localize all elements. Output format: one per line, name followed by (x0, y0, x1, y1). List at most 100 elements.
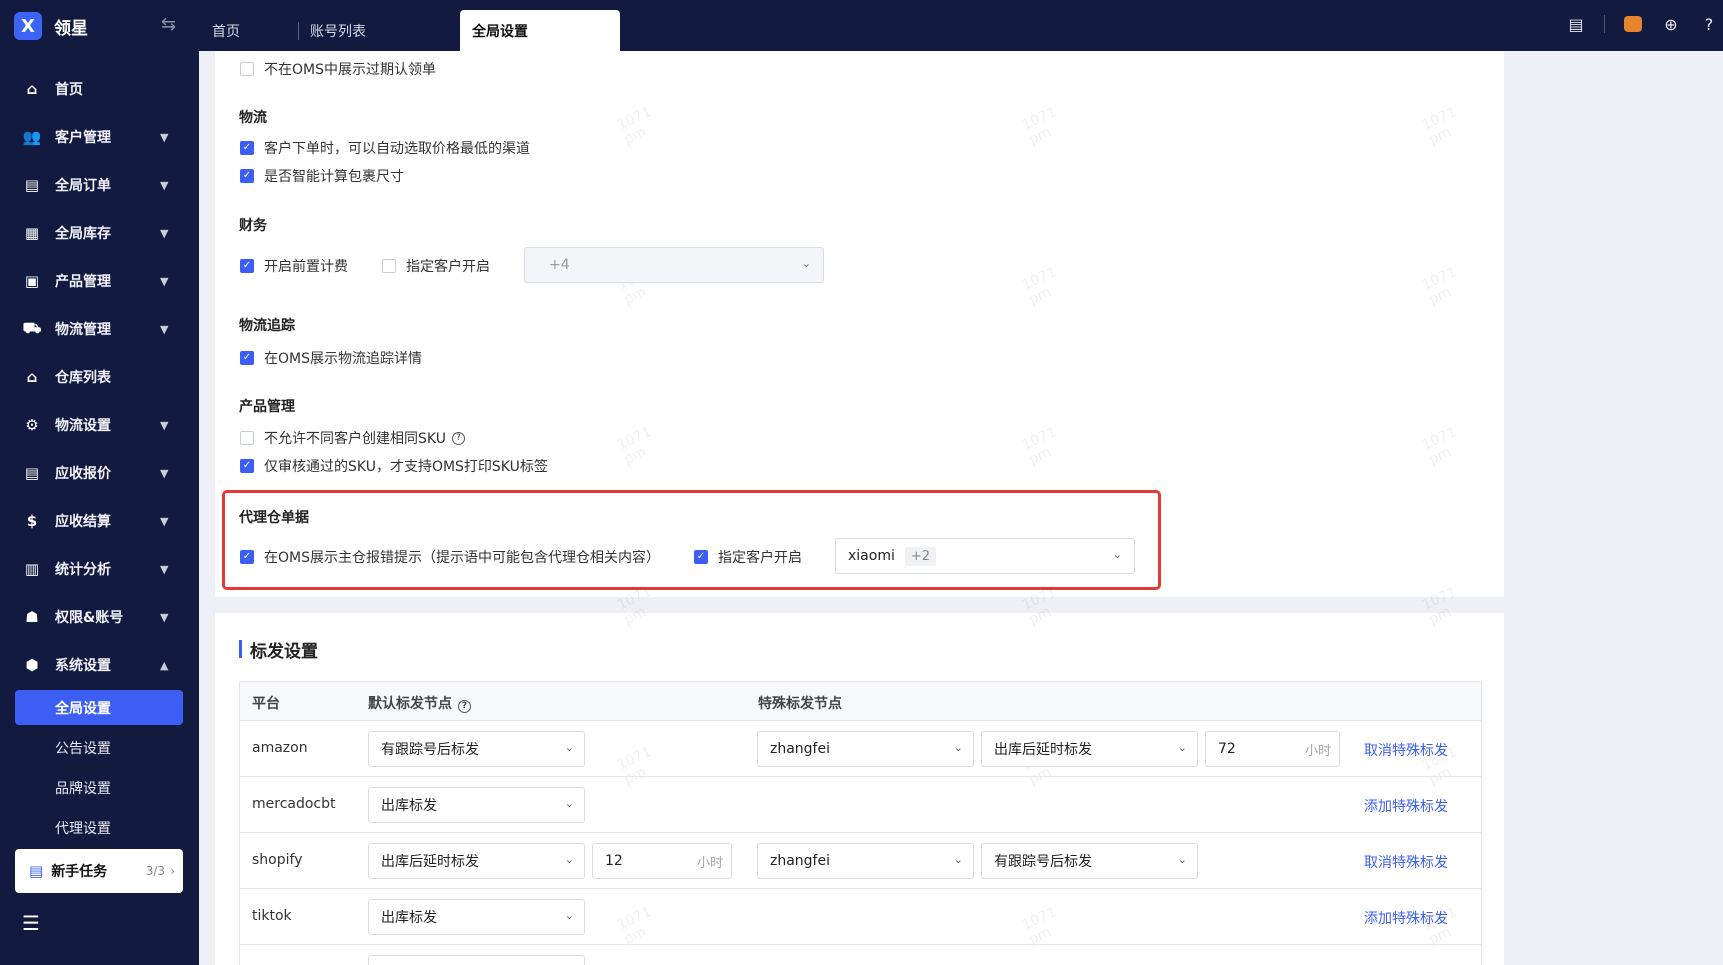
setting-unique-sku[interactable]: 不允许不同客户创建相同SKU ? (240, 428, 465, 448)
sidebar-item-products[interactable]: ▣ 产品管理 ▼ (0, 263, 199, 299)
default-node-select[interactable]: 出库标发 ⌄ (368, 899, 585, 935)
sidebar-subitem-announcement[interactable]: 公告设置 (15, 730, 183, 765)
setting-prepay-billing[interactable]: ✓ 开启前置计费 (240, 256, 348, 276)
default-node-select[interactable]: 出库标发 ⌄ (368, 787, 585, 823)
sidebar-item-label: 客户管理 (55, 130, 111, 146)
chevron-down-icon: ▼ (160, 514, 169, 528)
sidebar-item-settlement[interactable]: $ 应收结算 ▼ (0, 503, 199, 539)
sidebar-item-customers[interactable]: 👥 客户管理 ▼ (0, 119, 199, 155)
setting-smart-package-size[interactable]: ✓ 是否智能计算包裹尺寸 (240, 166, 404, 186)
setting-hide-expired-claims[interactable]: 不在OMS中展示过期认领单 (240, 59, 436, 79)
sidebar-subitem-brand[interactable]: 品牌设置 (15, 770, 183, 805)
setting-label: 在OMS展示物流追踪详情 (264, 351, 422, 367)
cancel-special-link[interactable]: 取消特殊标发 (1364, 740, 1448, 760)
chevron-down-icon: ⌄ (953, 741, 963, 754)
finance-customer-select[interactable]: +4 ⌄ (524, 247, 824, 283)
chevron-down-icon: ⌄ (1112, 548, 1122, 561)
setting-approved-sku-print[interactable]: ✓ 仅审核通过的SKU，才支持OMS打印SKU标签 (240, 456, 548, 476)
proxy-customer-select[interactable]: xiaomi +2 ⌄ (835, 538, 1135, 574)
setting-label: 不允许不同客户创建相同SKU (264, 431, 446, 447)
tab-home[interactable]: 首页 (200, 10, 298, 51)
sidebar-item-quotes[interactable]: ▤ 应收报价 ▼ (0, 455, 199, 491)
download-icon[interactable]: ⊕ (1661, 14, 1681, 34)
platform-name: tiktok (252, 908, 292, 924)
checkbox-checked[interactable]: ✓ (240, 459, 254, 473)
sidebar-item-label: 统计分析 (55, 562, 111, 578)
chevron-down-icon: ⌄ (564, 853, 574, 866)
setting-label: 在OMS展示主仓报错提示（提示语中可能包含代理仓相关内容） (264, 550, 660, 566)
sidebar-item-home[interactable]: ⌂ 首页 (0, 71, 199, 107)
sidebar-item-permissions[interactable]: ☗ 权限&账号 ▼ (0, 599, 199, 635)
sidebar-item-label: 系统设置 (55, 658, 111, 674)
warehouse-icon: ⌂ (26, 368, 38, 386)
logo-icon: X (14, 12, 42, 40)
sidebar-item-logistics[interactable]: ⛟ 物流管理 ▼ (0, 311, 199, 347)
checkbox-checked[interactable]: ✓ (240, 550, 254, 564)
inbox-icon[interactable]: ▤ (1566, 14, 1586, 34)
chevron-down-icon: ⌄ (564, 909, 574, 922)
select-value: zhangfei (770, 741, 830, 757)
special-user-select[interactable]: zhangfei ⌄ (757, 731, 974, 767)
sidebar-item-system-settings[interactable]: ⬢ 系统设置 ▲ (0, 647, 199, 683)
default-node-select[interactable] (368, 955, 585, 965)
sidebar-subitem-proxy[interactable]: 代理设置 (15, 810, 183, 845)
checkbox-checked[interactable]: ✓ (240, 351, 254, 365)
default-node-select[interactable]: 出库后延时标发 ⌄ (368, 843, 585, 879)
brand[interactable]: X 领星 (14, 12, 88, 40)
sidebar-item-inventory[interactable]: ▦ 全局库存 ▼ (0, 215, 199, 251)
platform-name: amazon (252, 740, 308, 756)
chevron-up-icon: ▲ (160, 658, 169, 672)
select-value: zhangfei (770, 853, 830, 869)
swap-arrows-icon[interactable]: ⇆ (161, 14, 176, 35)
checkbox-checked[interactable]: ✓ (694, 550, 708, 564)
checkbox-checked[interactable]: ✓ (240, 141, 254, 155)
select-value: xiaomi (848, 548, 895, 564)
chevron-down-icon: ▼ (160, 610, 169, 624)
cancel-special-link[interactable]: 取消特殊标发 (1364, 852, 1448, 872)
robot-icon[interactable] (1623, 14, 1643, 34)
checkbox-checked[interactable]: ✓ (240, 259, 254, 273)
quote-icon: ▤ (24, 464, 40, 482)
sidebar-item-label: 全局库存 (55, 226, 111, 242)
select-value: 出库后延时标发 (994, 742, 1092, 758)
add-special-link[interactable]: 添加特殊标发 (1364, 908, 1448, 928)
setting-label: 指定客户开启 (406, 259, 490, 275)
product-icon: ▣ (24, 272, 40, 290)
help-icon[interactable]: ? (451, 431, 465, 445)
sidebar-subitem-global-settings[interactable]: 全局设置 (15, 690, 183, 725)
add-special-link[interactable]: 添加特殊标发 (1364, 796, 1448, 816)
table-row: amazon 有跟踪号后标发 ⌄ zhangfei ⌄ 出库后延时标发 ⌄ 72… (240, 721, 1481, 777)
select-more-tag: +2 (904, 546, 937, 566)
checkbox[interactable] (382, 259, 396, 273)
setting-tracking-details[interactable]: ✓ 在OMS展示物流追踪详情 (240, 348, 422, 368)
default-hours-input[interactable]: 12 小时 (592, 843, 732, 879)
tab-accounts[interactable]: 账号列表 (298, 10, 460, 51)
sidebar-item-analytics[interactable]: ▥ 统计分析 ▼ (0, 551, 199, 587)
special-hours-input[interactable]: 72 小时 (1205, 731, 1340, 767)
setting-proxy-specific-customers[interactable]: ✓ 指定客户开启 (694, 547, 802, 567)
sidebar-item-warehouses[interactable]: ⌂ 仓库列表 (0, 359, 199, 395)
top-icons: ▤ ⊕ ? (1566, 14, 1723, 34)
newbie-task-card[interactable]: ▤ 新手任务 3/3 › (15, 849, 183, 893)
help-icon[interactable]: ? (1699, 14, 1719, 34)
setting-auto-cheapest-channel[interactable]: ✓ 客户下单时，可以自动选取价格最低的渠道 (240, 138, 530, 158)
checkbox-checked[interactable]: ✓ (240, 169, 254, 183)
checkbox[interactable] (240, 431, 254, 445)
sidebar-item-orders[interactable]: ▤ 全局订单 ▼ (0, 167, 199, 203)
sidebar-item-logistics-settings[interactable]: ⚙ 物流设置 ▼ (0, 407, 199, 443)
setting-finance-specific-customers[interactable]: 指定客户开启 (382, 256, 490, 276)
tab-global-settings[interactable]: 全局设置 (460, 10, 620, 51)
section-title-proxy: 代理仓单据 (239, 510, 309, 526)
checkbox[interactable] (240, 62, 254, 76)
special-node-select[interactable]: 有跟踪号后标发 ⌄ (981, 843, 1198, 879)
setting-proxy-error-hint[interactable]: ✓ 在OMS展示主仓报错提示（提示语中可能包含代理仓相关内容） (240, 547, 660, 567)
special-user-select[interactable]: zhangfei ⌄ (757, 843, 974, 879)
default-node-select[interactable]: 有跟踪号后标发 ⌄ (368, 731, 585, 767)
chevron-down-icon: ⌄ (564, 741, 574, 754)
sidebar-item-label: 应收报价 (55, 466, 111, 482)
accent-bar (239, 640, 242, 658)
help-icon[interactable]: ? (458, 699, 471, 713)
menu-toggle-icon[interactable]: ☰ (22, 911, 40, 935)
header-special-node: 特殊标发节点 (758, 696, 842, 712)
special-node-select[interactable]: 出库后延时标发 ⌄ (981, 731, 1198, 767)
